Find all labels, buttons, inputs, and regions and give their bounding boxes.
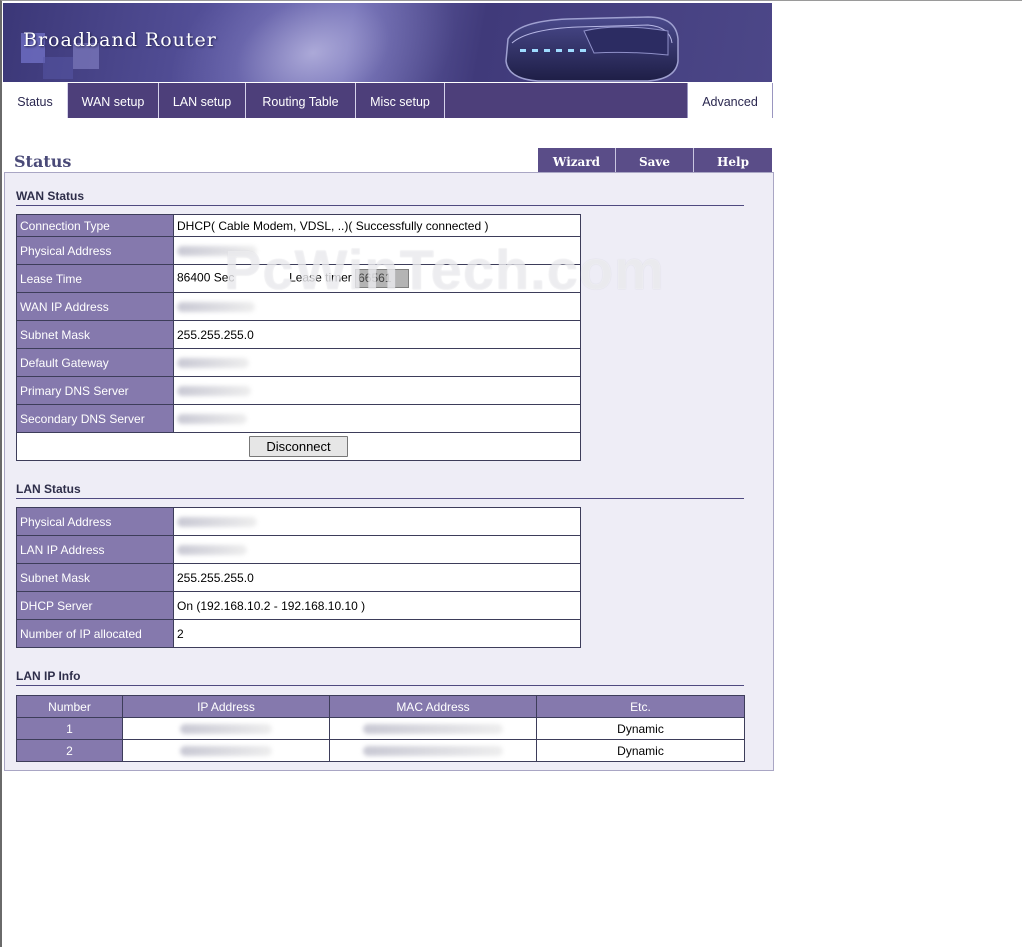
- column-header-number: Number: [16, 695, 123, 718]
- tab-status[interactable]: Status: [3, 83, 68, 118]
- table-row: Lease Time 86400 Sec Lease timer 66561: [16, 264, 581, 293]
- tab-misc-setup[interactable]: Misc setup: [356, 83, 445, 118]
- table-row: Number of IP allocated 2: [16, 619, 581, 648]
- row-ip-address: [122, 739, 330, 762]
- redacted-value: [177, 246, 257, 257]
- table-row: LAN IP Address: [16, 535, 581, 564]
- brand-title: Broadband Router: [23, 29, 217, 51]
- lan-ip-address-value: [173, 535, 581, 564]
- lease-time-value: 86400 Sec: [177, 270, 235, 285]
- dhcp-server-value: On (192.168.10.2 - 192.168.10.10 ): [173, 591, 581, 620]
- column-header-ip-address: IP Address: [122, 695, 330, 718]
- redacted-value: [180, 746, 272, 757]
- table-row: Physical Address: [16, 236, 581, 265]
- wan-ip-address-label: WAN IP Address: [16, 292, 174, 321]
- lan-subnet-mask-value: 255.255.255.0: [173, 563, 581, 592]
- table-header-row: Number IP Address MAC Address Etc.: [16, 695, 745, 718]
- lan-ip-info-heading: LAN IP Info: [16, 669, 744, 686]
- table-row: Default Gateway: [16, 348, 581, 377]
- disconnect-button[interactable]: Disconnect: [249, 436, 348, 457]
- redacted-value: [363, 746, 503, 757]
- tab-advanced[interactable]: Advanced: [687, 83, 773, 118]
- redacted-value: [363, 724, 503, 735]
- lease-timer-field: 66561: [355, 269, 410, 288]
- table-row: 1 Dynamic: [16, 717, 745, 740]
- lan-ip-info-table: Number IP Address MAC Address Etc. 1 Dyn…: [16, 695, 745, 762]
- page-title: Status: [14, 152, 72, 171]
- default-gateway-value: [173, 348, 581, 377]
- redacted-value: [177, 358, 249, 369]
- redacted-value: [177, 386, 251, 397]
- table-row: 2 Dynamic: [16, 739, 745, 762]
- main-tab-bar: Status WAN setup LAN setup Routing Table…: [3, 83, 773, 118]
- disconnect-cell: Disconnect: [16, 432, 581, 461]
- table-row: Primary DNS Server: [16, 376, 581, 405]
- ip-allocated-label: Number of IP allocated: [16, 619, 174, 648]
- table-row: Disconnect: [16, 432, 581, 461]
- lease-time-label: Lease Time: [16, 264, 174, 293]
- tab-routing-table[interactable]: Routing Table: [246, 83, 356, 118]
- table-row: Secondary DNS Server: [16, 404, 581, 433]
- row-etc: Dynamic: [536, 739, 745, 762]
- column-header-etc: Etc.: [536, 695, 745, 718]
- lan-status-table: Physical Address LAN IP Address Subnet M…: [16, 507, 581, 648]
- dhcp-server-label: DHCP Server: [16, 591, 174, 620]
- wan-physical-address-label: Physical Address: [16, 236, 174, 265]
- wan-status-table: Connection Type DHCP( Cable Modem, VDSL,…: [16, 214, 581, 461]
- table-row: Subnet Mask 255.255.255.0: [16, 563, 581, 592]
- row-ip-address: [122, 717, 330, 740]
- row-etc: Dynamic: [536, 717, 745, 740]
- primary-dns-value: [173, 376, 581, 405]
- lan-status-heading: LAN Status: [16, 482, 744, 499]
- wan-status-heading: WAN Status: [16, 189, 744, 206]
- table-row: Physical Address: [16, 507, 581, 536]
- redacted-value: [177, 545, 247, 556]
- help-button[interactable]: Help: [694, 148, 772, 172]
- table-row: Connection Type DHCP( Cable Modem, VDSL,…: [16, 214, 581, 237]
- table-row: DHCP Server On (192.168.10.2 - 192.168.1…: [16, 591, 581, 620]
- redacted-value: [177, 414, 247, 425]
- connection-type-label: Connection Type: [16, 214, 174, 237]
- table-row: Subnet Mask 255.255.255.0: [16, 320, 581, 349]
- connection-type-value: DHCP( Cable Modem, VDSL, ..)( Successful…: [173, 214, 581, 237]
- lan-physical-address-label: Physical Address: [16, 507, 174, 536]
- row-mac-address: [329, 717, 537, 740]
- default-gateway-label: Default Gateway: [16, 348, 174, 377]
- redacted-value: [177, 302, 255, 313]
- router-device-icon: [505, 16, 679, 82]
- wan-physical-address-value: [173, 236, 581, 265]
- header-banner: Broadband Router: [3, 3, 772, 82]
- primary-dns-label: Primary DNS Server: [16, 376, 174, 405]
- status-panel: WAN Status Connection Type DHCP( Cable M…: [4, 172, 774, 771]
- ip-allocated-value: 2: [173, 619, 581, 648]
- column-header-mac-address: MAC Address: [329, 695, 537, 718]
- redacted-value: [177, 517, 257, 528]
- row-number: 1: [16, 717, 123, 740]
- wizard-button[interactable]: Wizard: [538, 148, 616, 172]
- lan-subnet-mask-label: Subnet Mask: [16, 563, 174, 592]
- wan-subnet-mask-label: Subnet Mask: [16, 320, 174, 349]
- tab-lan-setup[interactable]: LAN setup: [159, 83, 246, 118]
- wan-ip-address-value: [173, 292, 581, 321]
- lan-physical-address-value: [173, 507, 581, 536]
- lan-ip-address-label: LAN IP Address: [16, 535, 174, 564]
- lease-timer-label: Lease timer: [289, 270, 352, 285]
- lease-time-cell: 86400 Sec Lease timer 66561: [173, 264, 581, 293]
- secondary-dns-value: [173, 404, 581, 433]
- redacted-value: [180, 724, 272, 735]
- table-row: WAN IP Address: [16, 292, 581, 321]
- save-button[interactable]: Save: [616, 148, 694, 172]
- row-number: 2: [16, 739, 123, 762]
- secondary-dns-label: Secondary DNS Server: [16, 404, 174, 433]
- tab-wan-setup[interactable]: WAN setup: [68, 83, 159, 118]
- wan-subnet-mask-value: 255.255.255.0: [173, 320, 581, 349]
- row-mac-address: [329, 739, 537, 762]
- banner-decor-square: [43, 57, 73, 79]
